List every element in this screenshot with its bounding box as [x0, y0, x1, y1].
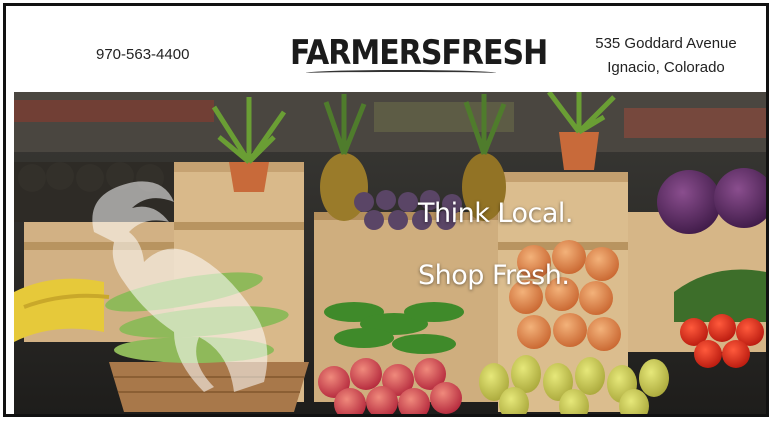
address-city: Ignacio, Colorado [607, 59, 725, 76]
produce-display-image [14, 92, 766, 414]
address-street: 535 Goddard Avenue [595, 35, 737, 52]
tagline-think-local: Think Local. [418, 198, 574, 229]
tagline-shop-fresh: Shop Fresh. [418, 260, 570, 291]
phone-number[interactable]: 970-563-4400 [96, 46, 189, 63]
logo-swoosh [306, 70, 496, 76]
store-address: 535 Goddard Avenue Ignacio, Colorado [566, 32, 766, 80]
hero-banner: Think Local. Shop Fresh. [14, 92, 766, 414]
farmersfresh-logo[interactable]: FARMERSFRESH [290, 34, 548, 73]
site-header: 970-563-4400 FARMERSFRESH 535 Goddard Av… [6, 6, 766, 92]
page-frame: 970-563-4400 FARMERSFRESH 535 Goddard Av… [3, 3, 769, 417]
